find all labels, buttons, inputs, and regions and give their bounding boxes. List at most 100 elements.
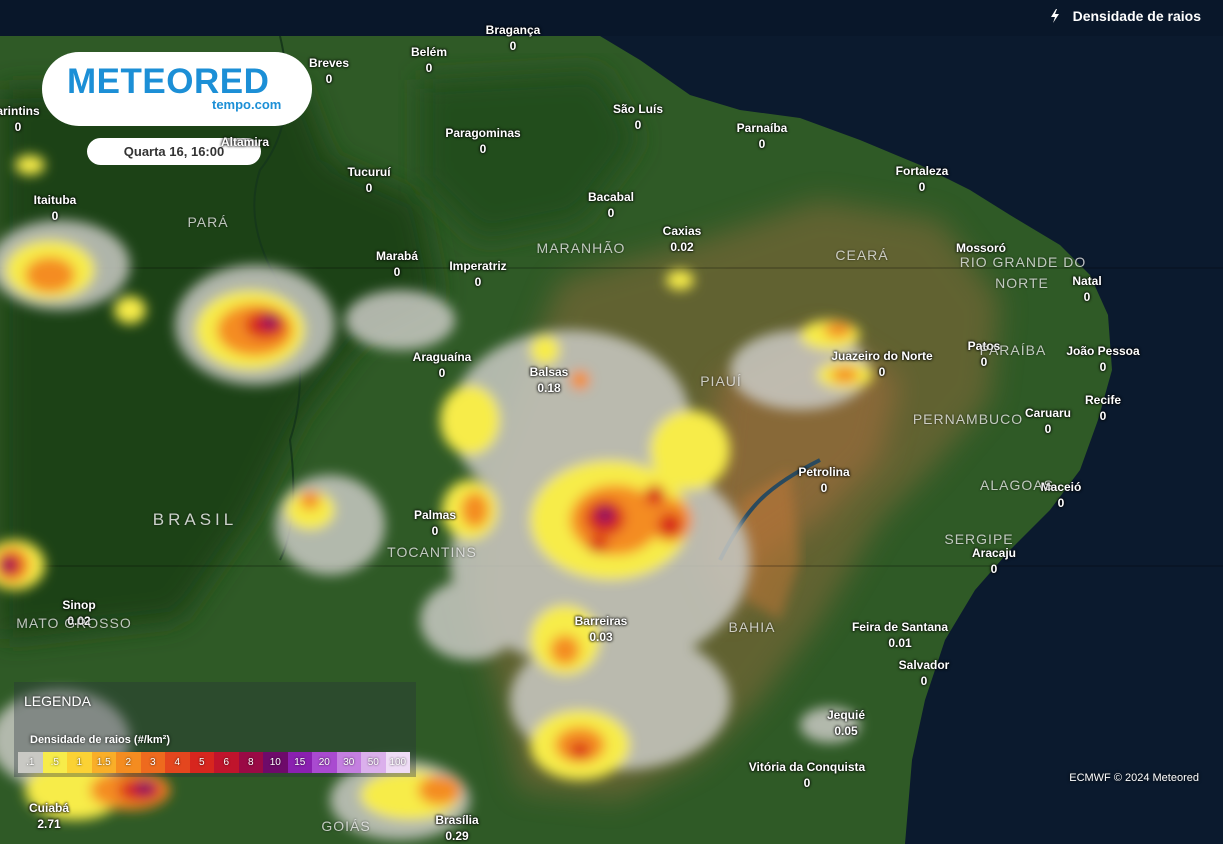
city-label[interactable]: Caruaru 0: [1025, 405, 1071, 437]
layer-title[interactable]: Densidade de raios: [1047, 8, 1201, 24]
city-label[interactable]: Caxias 0.02: [663, 223, 702, 255]
city-label[interactable]: Aracaju 0: [972, 545, 1016, 577]
city-name: Parnaíba: [736, 121, 788, 135]
legend-swatch: 20: [312, 752, 337, 773]
city-name: João Pessoa: [1066, 344, 1140, 358]
city-value: 0: [51, 209, 59, 223]
city-label[interactable]: Barreiras 0.03: [575, 613, 628, 645]
city-name: Cuiabá: [28, 801, 70, 815]
meteored-logo[interactable]: METEORED tempo.com: [42, 52, 312, 126]
city-value: 2.71: [37, 817, 61, 831]
city-value: 0.01: [888, 636, 912, 650]
city-label[interactable]: Recife 0: [1085, 392, 1121, 424]
city-name: Barreiras: [574, 614, 628, 628]
city-name: arintins: [0, 104, 40, 118]
city-value: 0: [1099, 409, 1107, 423]
city-label[interactable]: Parnaíba 0: [737, 120, 788, 152]
city-name: Tucuruí: [347, 165, 391, 179]
legend-swatch: 4: [165, 752, 190, 773]
state-label: MARANHÃO: [536, 240, 626, 256]
city-label[interactable]: Jequié 0.05: [827, 707, 865, 739]
city-label[interactable]: Bacabal 0: [588, 189, 634, 221]
city-value: 0: [878, 365, 886, 379]
legend-swatch: 8: [238, 752, 263, 773]
state-label: ALAGOAS: [980, 477, 1054, 493]
city-value: 0: [918, 180, 926, 194]
legend-subtitle: Densidade de raios (#/km²): [30, 734, 170, 746]
city-value: 0.05: [834, 724, 858, 738]
city-label[interactable]: Salvador 0: [899, 657, 950, 689]
city-name: Caxias: [662, 224, 702, 238]
city-label[interactable]: Cuiabá 2.71: [29, 800, 69, 832]
legend-swatch: 10: [263, 752, 288, 773]
legend-swatch: 2: [116, 752, 141, 773]
city-name: Recife: [1084, 393, 1122, 407]
city-value: 0.02: [670, 240, 694, 254]
logo-sub: tempo.com: [212, 97, 282, 112]
city-label[interactable]: Vitória da Conquista 0: [749, 759, 865, 791]
city-value: 0: [438, 366, 446, 380]
city-label[interactable]: Fortaleza 0: [896, 163, 949, 195]
state-label: TOCANTINS: [387, 544, 477, 560]
city-name: Altamira: [220, 135, 270, 149]
city-label[interactable]: Breves 0: [309, 55, 349, 87]
city-value: 0.29: [445, 829, 469, 843]
city-label[interactable]: Imperatriz 0: [449, 258, 506, 290]
state-label: PARÁ: [187, 214, 229, 230]
city-label[interactable]: João Pessoa 0: [1066, 343, 1139, 375]
city-label[interactable]: Petrolina 0: [798, 464, 849, 496]
city-label[interactable]: arintins 0: [0, 103, 40, 135]
city-label[interactable]: São Luís 0: [613, 101, 663, 133]
city-name: Bacabal: [587, 190, 635, 204]
city-label[interactable]: Marabá 0: [376, 248, 418, 280]
legend-swatch: 5: [189, 752, 214, 773]
state-label: BAHIA: [728, 619, 776, 635]
legend-swatch: 30: [336, 752, 361, 773]
city-value: 0.18: [537, 381, 561, 395]
state-label: NORTE: [995, 275, 1049, 291]
city-value: 0: [1099, 360, 1107, 374]
city-value: 0: [425, 61, 433, 75]
legend-swatch: 6: [214, 752, 239, 773]
legend-swatch: 1: [67, 752, 92, 773]
credit: ECMWF © 2024 Meteored: [1069, 772, 1199, 784]
state-label: SERGIPE: [944, 531, 1014, 547]
legend-swatch: 15: [287, 752, 312, 773]
city-value: 0: [431, 524, 439, 538]
city-label[interactable]: Palmas 0: [414, 507, 456, 539]
city-label[interactable]: Bragança 0: [486, 22, 541, 54]
city-value: 0: [474, 275, 482, 289]
city-label[interactable]: Natal 0: [1072, 273, 1101, 305]
state-label: GOIÁS: [321, 818, 371, 834]
city-name: Aracaju: [971, 546, 1017, 560]
city-label[interactable]: Paragominas 0: [445, 125, 520, 157]
city-name: São Luís: [612, 102, 664, 116]
city-name: Vitória da Conquista: [748, 760, 866, 774]
city-value: 0: [803, 776, 811, 790]
city-name: Fortaleza: [895, 164, 949, 178]
city-name: Jequié: [826, 708, 866, 722]
city-label[interactable]: Araguaína 0: [413, 349, 472, 381]
city-value: 0: [820, 481, 828, 495]
city-value: 0: [1057, 496, 1065, 510]
city-name: Juazeiro do Norte: [831, 349, 933, 363]
city-label[interactable]: Altamira: [221, 134, 269, 150]
city-value: 0: [634, 118, 642, 132]
country-label: BRASIL: [152, 510, 238, 529]
city-label[interactable]: Tucuruí 0: [347, 164, 390, 196]
legend-swatch: 100: [385, 752, 410, 773]
state-label: MATO GROSSO: [16, 615, 132, 631]
city-label[interactable]: Juazeiro do Norte 0: [831, 348, 932, 380]
state-label: RIO GRANDE DO: [959, 254, 1087, 270]
legend-scale: .1.5 1 1.5 2 3 4 5 6 8 10 15 20 30 50 100: [18, 752, 410, 773]
city-label[interactable]: Belém 0: [411, 44, 447, 76]
state-label: CEARÁ: [835, 247, 889, 263]
city-label[interactable]: Itaituba 0: [34, 192, 77, 224]
city-label[interactable]: Brasília 0.29: [435, 812, 478, 844]
legend-swatch: 3: [140, 752, 165, 773]
city-value: 0: [479, 142, 487, 156]
city-label[interactable]: Feira de Santana 0.01: [852, 619, 948, 651]
city-label[interactable]: Balsas 0.18: [530, 364, 569, 396]
city-value: 0: [325, 72, 333, 86]
layer-title-text: Densidade de raios: [1072, 8, 1201, 24]
